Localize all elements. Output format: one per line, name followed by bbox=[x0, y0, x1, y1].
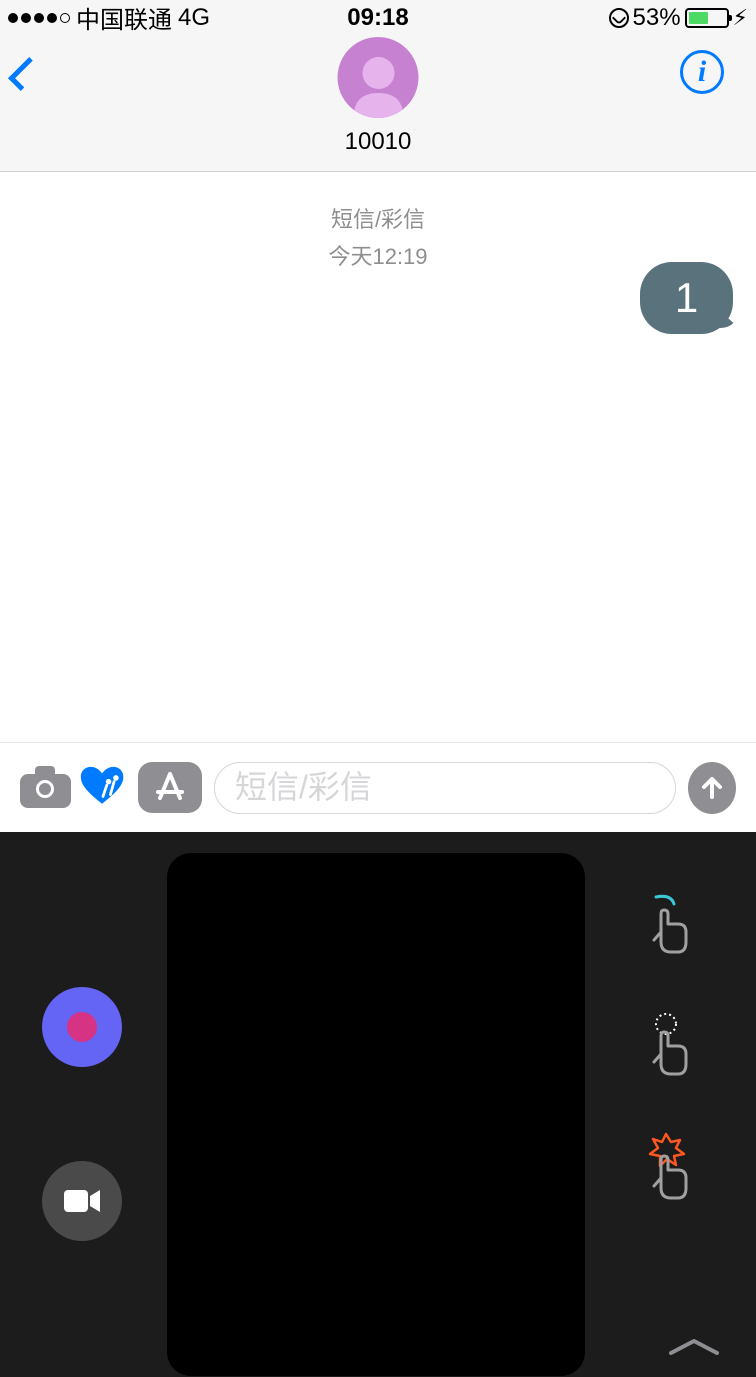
fireball-gesture-icon bbox=[636, 1132, 696, 1207]
app-store-a-icon bbox=[152, 770, 188, 806]
sent-message-bubble[interactable]: 1 bbox=[640, 262, 733, 334]
digital-touch-canvas[interactable] bbox=[167, 853, 585, 1376]
network-label: 4G bbox=[178, 4, 210, 32]
digital-touch-button[interactable] bbox=[79, 765, 126, 810]
status-left: 中国联通 4G bbox=[8, 0, 210, 35]
carrier-label: 中国联通 bbox=[76, 0, 172, 35]
person-silhouette-icon bbox=[348, 53, 408, 118]
heart-fingers-icon bbox=[79, 765, 126, 807]
video-camera-icon bbox=[62, 1186, 102, 1216]
send-button[interactable] bbox=[688, 762, 736, 814]
selected-color-swatch bbox=[67, 1012, 97, 1042]
message-list[interactable]: 短信/彩信 今天12:19 1 bbox=[0, 172, 756, 742]
orientation-lock-icon bbox=[609, 8, 629, 28]
gesture-fireball-button[interactable] bbox=[636, 1132, 696, 1207]
gesture-hold-button[interactable] bbox=[636, 1012, 696, 1087]
chevron-up-icon bbox=[663, 1337, 725, 1357]
input-toolbar bbox=[0, 742, 756, 832]
contact-avatar[interactable] bbox=[331, 37, 426, 118]
info-button[interactable]: i bbox=[680, 50, 724, 94]
gesture-tap-button[interactable] bbox=[636, 892, 696, 967]
chevron-left-icon bbox=[8, 57, 42, 91]
tap-gesture-icon bbox=[636, 892, 696, 967]
nav-header: 10010 i bbox=[0, 35, 756, 172]
battery-icon bbox=[685, 8, 729, 28]
video-record-button[interactable] bbox=[42, 1161, 122, 1241]
digital-touch-panel bbox=[0, 832, 756, 1377]
back-button[interactable] bbox=[8, 55, 33, 95]
message-input[interactable] bbox=[214, 762, 676, 814]
signal-strength-icon bbox=[8, 13, 70, 23]
info-icon: i bbox=[698, 55, 706, 89]
app-store-button[interactable] bbox=[138, 762, 202, 813]
message-type-label: 短信/彩信 bbox=[0, 202, 756, 234]
battery-pct-label: 53% bbox=[633, 4, 681, 32]
clock-label: 09:18 bbox=[347, 4, 408, 32]
charging-icon: ⚡︎ bbox=[733, 5, 748, 31]
color-picker-button[interactable] bbox=[42, 987, 122, 1067]
camera-button[interactable] bbox=[20, 768, 67, 808]
bubble-text: 1 bbox=[640, 262, 733, 334]
hold-gesture-icon bbox=[636, 1012, 696, 1087]
contact-name-label: 10010 bbox=[345, 128, 412, 156]
status-bar: 中国联通 4G 09:18 53% ⚡︎ bbox=[0, 0, 756, 35]
arrow-up-icon bbox=[699, 775, 725, 801]
expand-button[interactable] bbox=[663, 1337, 725, 1357]
status-right: 53% ⚡︎ bbox=[609, 4, 749, 32]
